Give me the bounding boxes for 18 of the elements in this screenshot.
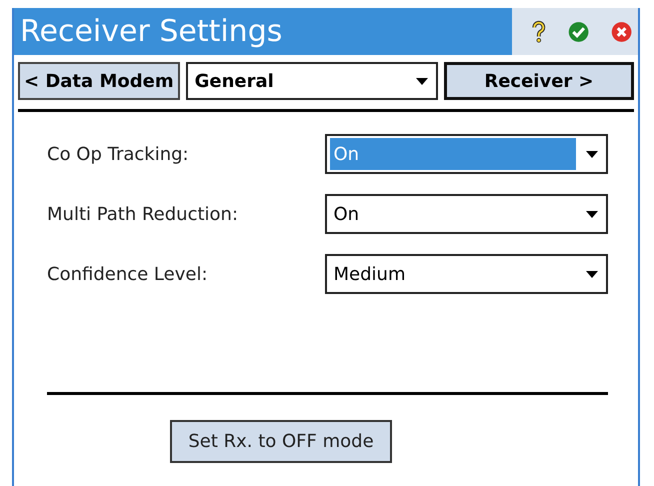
dropdown[interactable]: On <box>324 194 608 234</box>
dropdown-value: On <box>332 202 360 226</box>
field-label: Confidence Level: <box>47 264 209 284</box>
dropdown-arrow-icon <box>586 210 598 218</box>
field-label: Multi Path Reduction: <box>47 204 240 224</box>
dropdown-arrow-icon <box>416 78 428 84</box>
previous-page-button[interactable]: < Data Modem <box>18 62 180 100</box>
dropdown-value: On <box>330 138 576 170</box>
set-off-mode-button[interactable]: Set Rx. to OFF mode <box>170 420 392 463</box>
dropdown-value: Medium <box>332 262 406 286</box>
field-label: Co Op Tracking: <box>47 144 190 164</box>
next-page-button[interactable]: Receiver > <box>444 62 634 100</box>
dropdown-value: General <box>194 70 275 94</box>
window-title: Receiver Settings <box>19 13 284 51</box>
dropdown-arrow-icon <box>586 270 598 278</box>
dropdown-arrow-icon <box>586 150 598 158</box>
dropdown[interactable]: General <box>186 62 438 100</box>
dropdown[interactable]: Medium <box>324 254 608 294</box>
